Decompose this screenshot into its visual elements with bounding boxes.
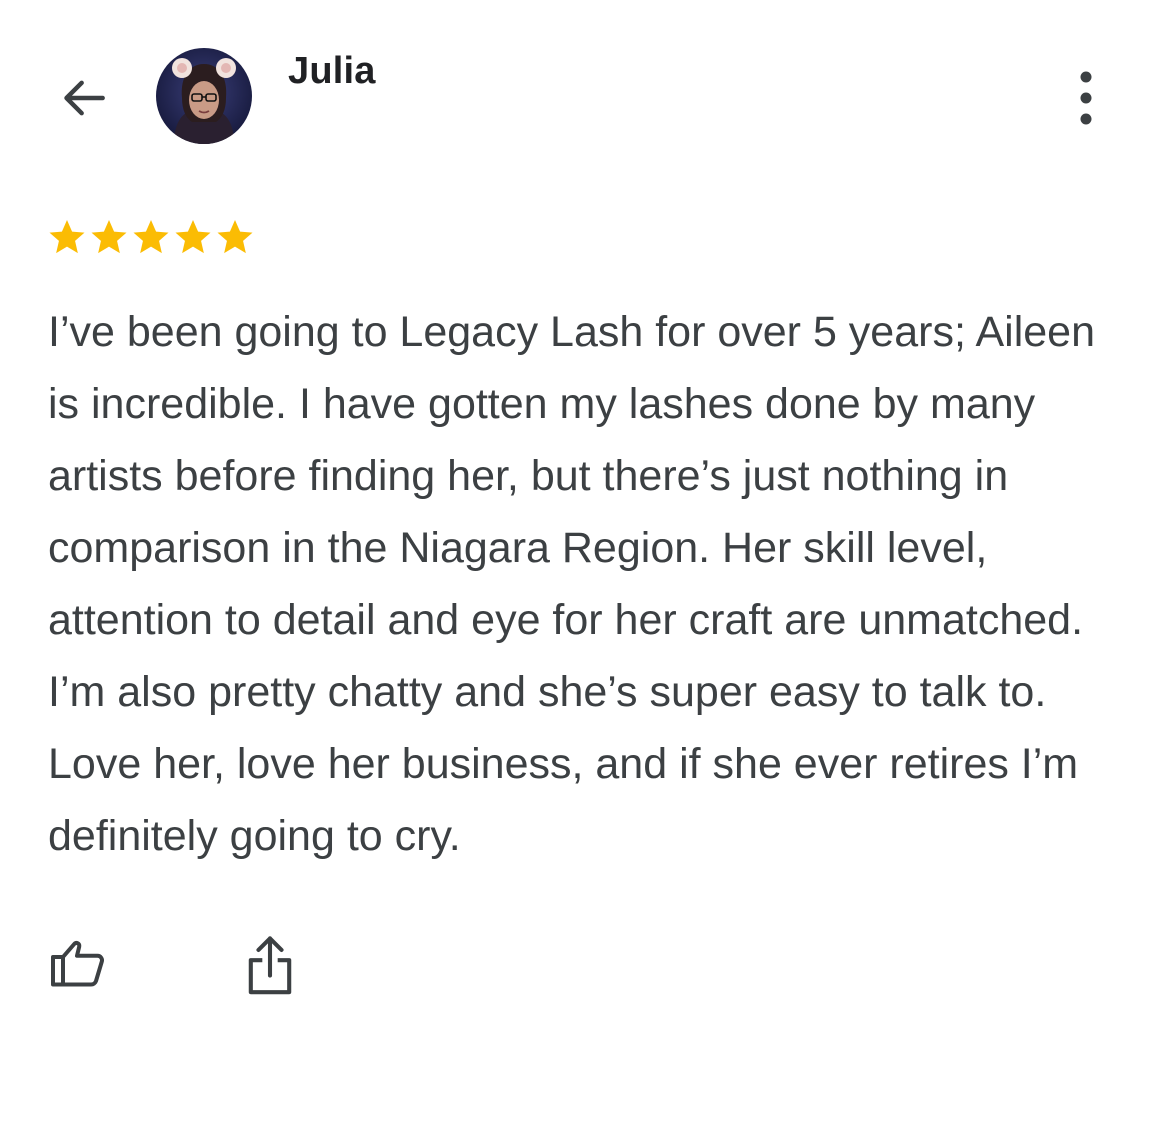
avatar-image bbox=[156, 48, 252, 144]
star-icon bbox=[133, 220, 169, 254]
review-actions bbox=[48, 932, 348, 1002]
share-button[interactable] bbox=[244, 932, 296, 996]
review-text: I’ve been going to Legacy Lash for over … bbox=[48, 308, 1096, 860]
star-icon bbox=[175, 220, 211, 254]
like-button[interactable] bbox=[48, 932, 112, 996]
star-icon bbox=[217, 220, 253, 254]
more-options-button[interactable] bbox=[1060, 66, 1112, 130]
reviewer-name[interactable]: Julia bbox=[288, 50, 376, 93]
back-button[interactable] bbox=[52, 66, 116, 130]
arrow-left-icon bbox=[64, 80, 105, 116]
share-icon bbox=[248, 936, 292, 995]
star-icon bbox=[49, 220, 85, 254]
star-rating bbox=[46, 216, 256, 258]
thumbs-up-icon bbox=[51, 941, 104, 987]
review-header: Julia bbox=[0, 0, 1170, 170]
more-vertical-icon bbox=[1080, 71, 1092, 125]
avatar[interactable] bbox=[156, 48, 252, 144]
star-icon bbox=[91, 220, 127, 254]
